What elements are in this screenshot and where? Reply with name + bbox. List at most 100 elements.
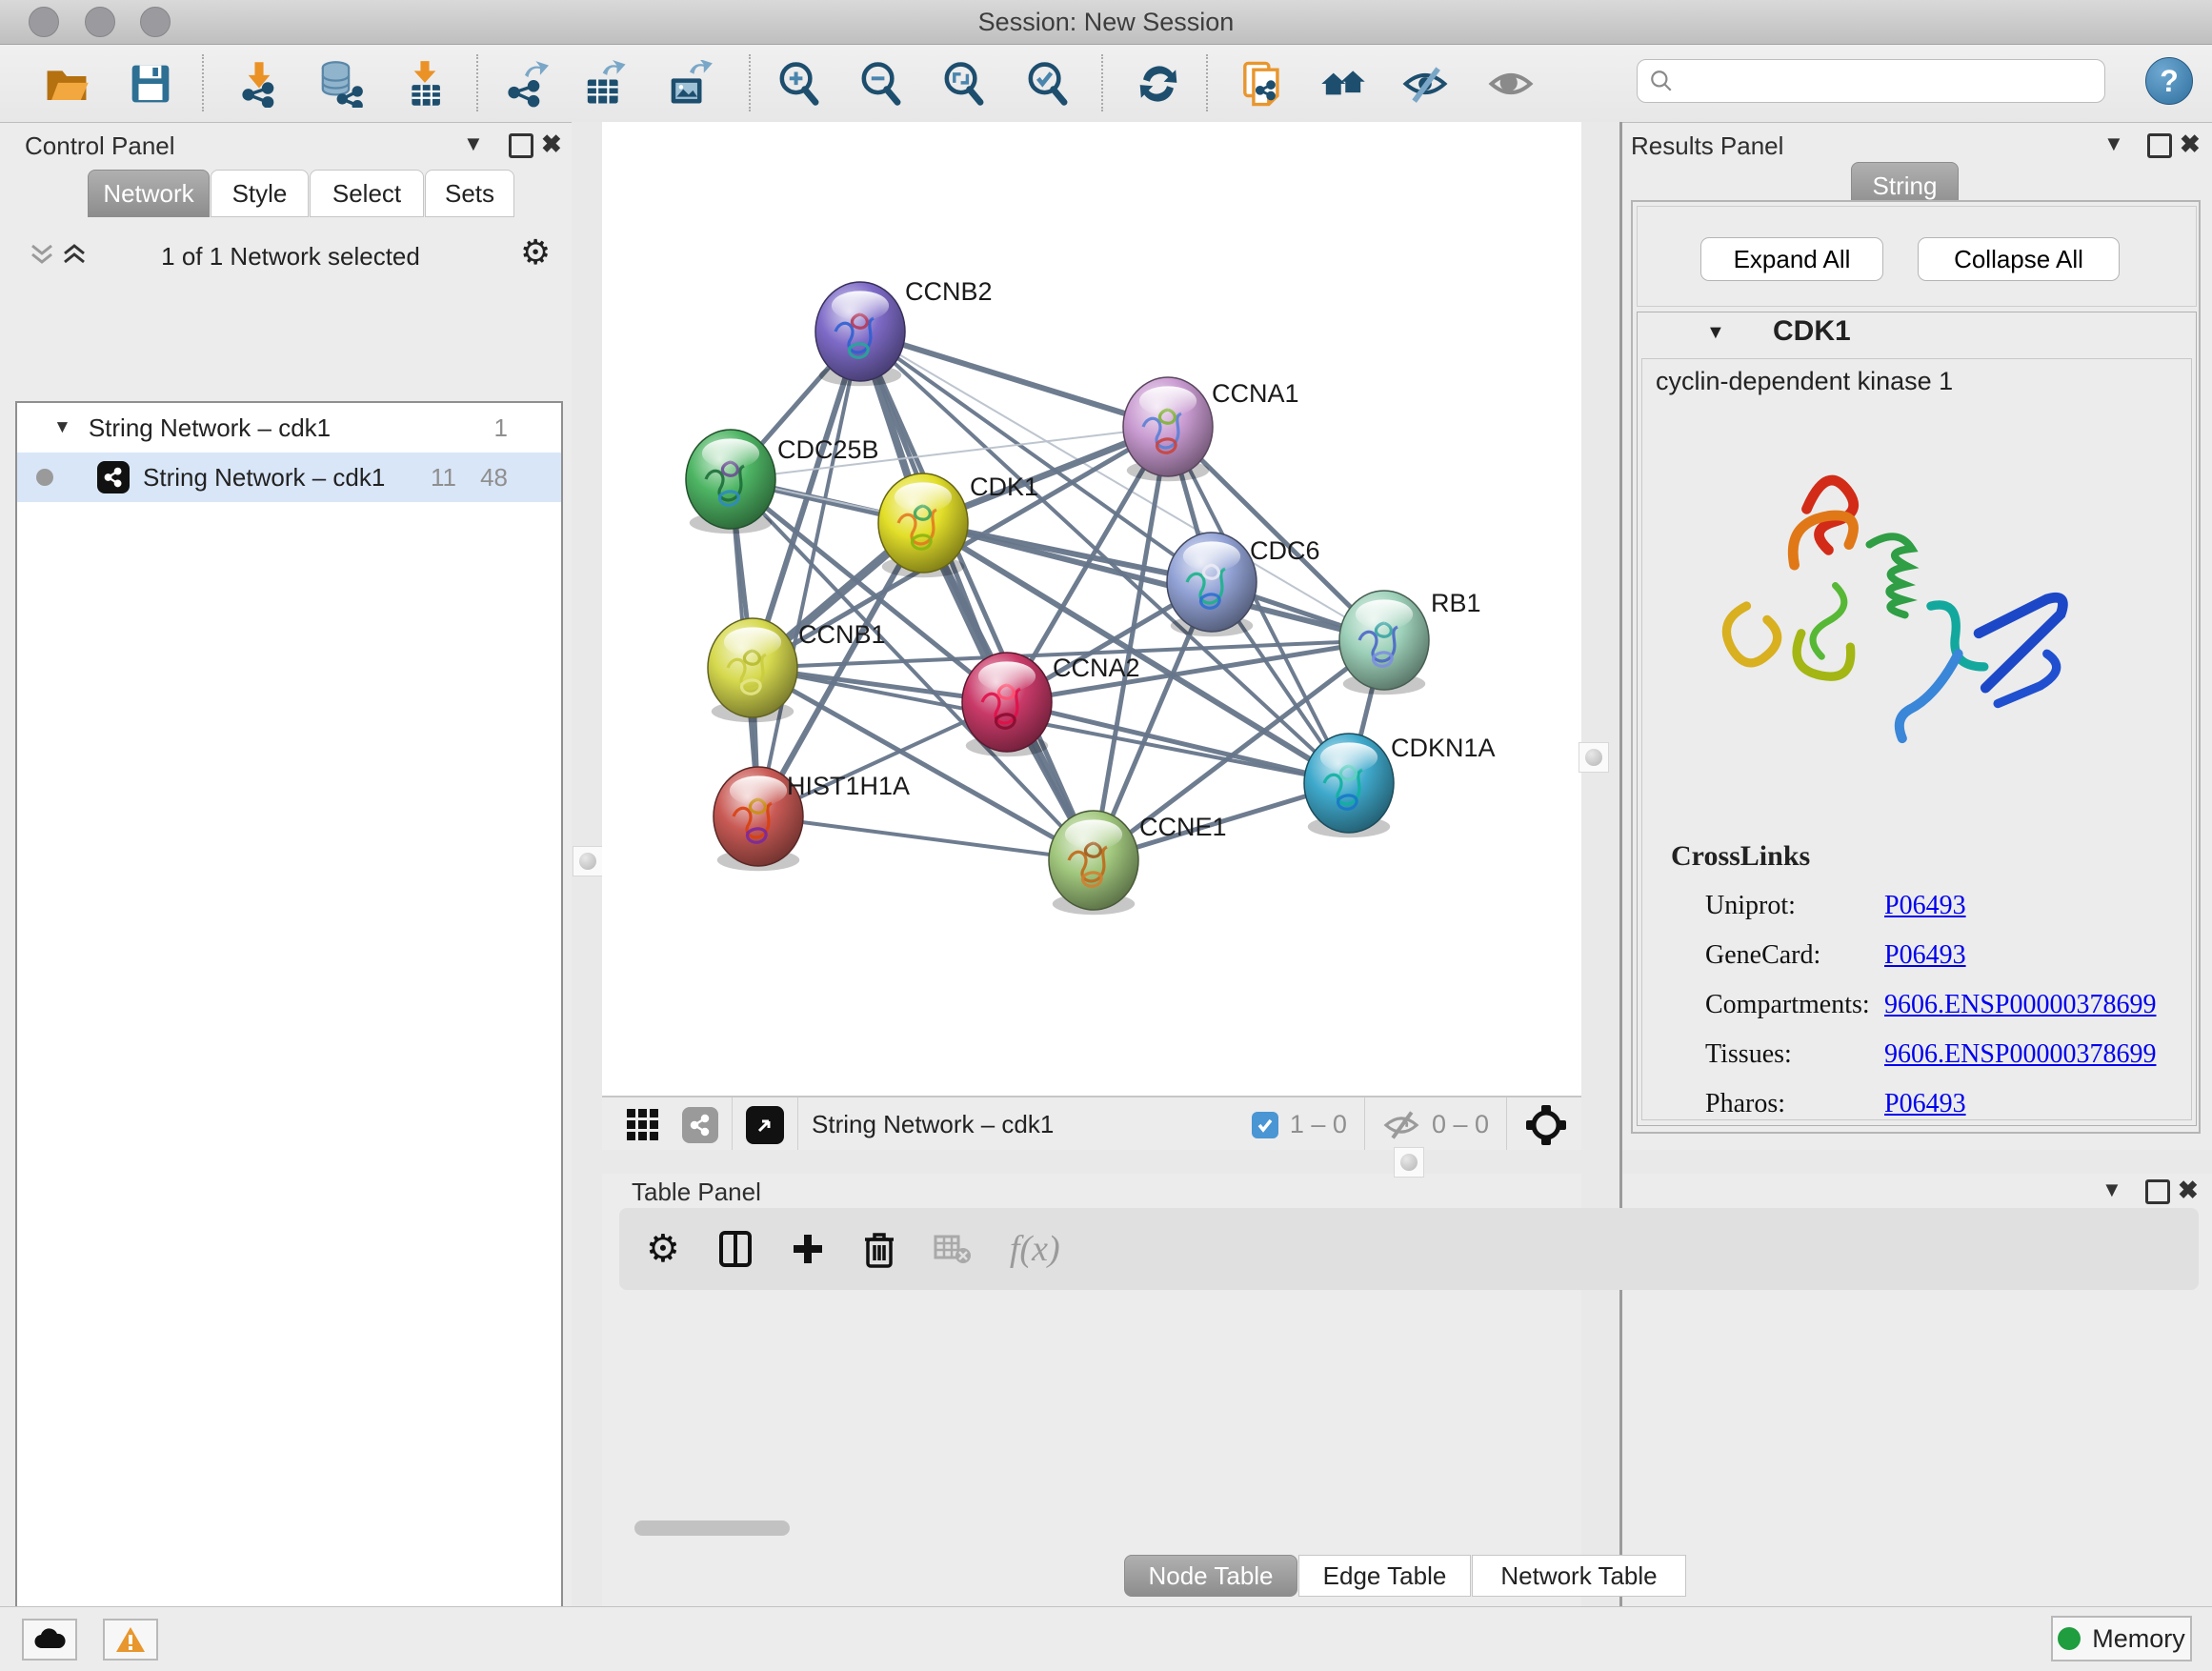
fit-selected-crosshair-icon[interactable] <box>1524 1103 1568 1147</box>
refresh-icon[interactable] <box>1135 60 1182 108</box>
export-table-icon[interactable] <box>581 60 629 108</box>
cloud-status-icon[interactable] <box>22 1619 77 1661</box>
tab-edge-table[interactable]: Edge Table <box>1298 1555 1471 1597</box>
memory-status-button[interactable]: Memory <box>2051 1616 2192 1661</box>
control-panel-close-icon[interactable]: ✖ <box>541 130 562 159</box>
zoom-out-icon[interactable] <box>857 60 905 108</box>
network-view-type-icon[interactable] <box>682 1107 718 1143</box>
svg-text:HIST1H1A: HIST1H1A <box>787 772 910 800</box>
help-icon[interactable]: ? <box>2145 57 2193 105</box>
network-options-gear-icon[interactable]: ⚙ <box>520 232 551 272</box>
add-column-icon[interactable] <box>791 1232 825 1266</box>
search-input[interactable] <box>1674 67 2078 95</box>
results-content-box: Expand All Collapse All ▼ CDK1 cyclin-de… <box>1631 200 2201 1134</box>
table-toolbar: ⚙ f(x) <box>619 1208 2199 1290</box>
save-session-icon[interactable] <box>127 60 174 108</box>
search-field[interactable] <box>1637 59 2105 103</box>
hidden-node-edge-counts: 0 – 0 <box>1432 1110 1489 1139</box>
results-panel-float-icon[interactable]: ▼ <box>2103 131 2124 156</box>
gene-description: cyclin-dependent kinase 1 <box>1656 367 1953 396</box>
left-splitter[interactable] <box>572 122 602 1606</box>
tab-style[interactable]: Style <box>211 170 309 217</box>
hide-selected-eye-slash-icon[interactable] <box>1401 60 1449 108</box>
import-network-file-icon[interactable] <box>235 60 283 108</box>
duplicate-network-icon[interactable] <box>1238 60 1286 108</box>
show-columns-icon[interactable] <box>718 1230 753 1268</box>
crosslink-label: Tissues: <box>1705 1039 1792 1070</box>
netbar-separator <box>732 1097 733 1152</box>
tab-network[interactable]: Network <box>88 170 210 217</box>
protein-structure-image <box>1663 409 2073 828</box>
table-settings-gear-icon[interactable]: ⚙ <box>646 1227 680 1271</box>
tab-node-table[interactable]: Node Table <box>1124 1555 1297 1597</box>
crosslink-link[interactable]: P06493 <box>1884 1089 1966 1119</box>
table-panel-float-icon[interactable]: ▼ <box>2101 1178 2122 1202</box>
svg-text:CCNB2: CCNB2 <box>905 277 993 306</box>
crosslink-link[interactable]: 9606.ENSP00000378699 <box>1884 1039 2156 1070</box>
control-panel-maximize-icon[interactable] <box>509 133 533 158</box>
home-networks-icon[interactable] <box>1319 60 1367 108</box>
crosslink-link[interactable]: P06493 <box>1884 891 1966 921</box>
table-panel-close-icon[interactable]: ✖ <box>2178 1176 2199 1205</box>
table-panel-maximize-icon[interactable] <box>2145 1179 2170 1204</box>
control-panel-float-icon[interactable]: ▼ <box>463 131 484 156</box>
network-node-hist1h1a[interactable]: HIST1H1A <box>714 767 910 871</box>
toolbar-separator <box>1101 54 1103 111</box>
import-network-database-icon[interactable] <box>316 60 364 108</box>
tree-collapse-icon[interactable]: ▼ <box>53 417 71 438</box>
warning-status-icon[interactable] <box>103 1619 158 1661</box>
collapse-all-networks-icon[interactable] <box>29 240 55 269</box>
network-type-icon <box>97 461 130 493</box>
netbar-separator <box>1506 1097 1507 1152</box>
memory-status-dot <box>2058 1627 2081 1650</box>
export-network-icon[interactable] <box>501 60 549 108</box>
open-session-icon[interactable] <box>43 60 90 108</box>
left-splitter-handle[interactable] <box>573 846 603 876</box>
app-window: Session: New Session <box>0 0 2212 1671</box>
network-node-ccna1[interactable]: CCNA1 <box>1123 377 1299 481</box>
network-tree-item-row[interactable]: String Network – cdk1 11 48 <box>17 453 561 502</box>
network-node-cdk1[interactable]: CDK1 <box>878 473 1038 577</box>
function-builder-icon-disabled: f(x) <box>1010 1228 1060 1270</box>
tab-network-table[interactable]: Network Table <box>1472 1555 1686 1597</box>
expand-all-button[interactable]: Expand All <box>1700 237 1883 281</box>
tab-select[interactable]: Select <box>310 170 424 217</box>
right-splitter-handle[interactable] <box>1579 742 1609 773</box>
results-panel-close-icon[interactable]: ✖ <box>2180 130 2201 159</box>
section-collapse-icon[interactable]: ▼ <box>1706 322 1725 344</box>
network-collection-label: String Network – cdk1 <box>89 413 331 443</box>
table-horizontal-scrollbar[interactable] <box>634 1520 790 1536</box>
collapse-all-button[interactable]: Collapse All <box>1918 237 2120 281</box>
hidden-eye-slash-icon <box>1382 1109 1420 1141</box>
crosslink-row: Tissues: 9606.ENSP00000378699 <box>1642 1030 2191 1079</box>
crosslink-label: GeneCard: <box>1705 940 1820 971</box>
network-graph[interactable]: CCNB2CCNA1CDC25BCDK1CDC6RB1CCNB1CCNA2CDK… <box>602 122 1581 1096</box>
crosslink-row: Compartments:9606.ENSP00000378699 <box>1642 980 2191 1030</box>
selected-checkbox-icon[interactable] <box>1252 1112 1278 1138</box>
collection-count: 1 <box>494 413 508 443</box>
zoom-in-icon[interactable] <box>775 60 823 108</box>
gene-detail-box: cyclin-dependent kinase 1 <box>1641 358 2192 1120</box>
network-tree-root-row[interactable]: ▼ String Network – cdk1 1 <box>17 403 561 453</box>
network-node-rb1[interactable]: RB1 <box>1339 589 1481 695</box>
network-view-canvas[interactable]: CCNB2CCNA1CDC25BCDK1CDC6RB1CCNB1CCNA2CDK… <box>602 122 1581 1096</box>
import-table-file-icon[interactable] <box>401 60 449 108</box>
birds-eye-view-icon[interactable] <box>746 1106 784 1144</box>
network-node-cdkn1a[interactable]: CDKN1A <box>1304 734 1496 837</box>
delete-table-icon-disabled <box>934 1233 972 1265</box>
zoom-fit-icon[interactable] <box>940 60 988 108</box>
results-panel-maximize-icon[interactable] <box>2147 133 2172 158</box>
control-panel: Control Panel ▼ ✖ Network Style Select S… <box>0 122 572 1606</box>
toolbar-separator <box>202 54 204 111</box>
grid-view-icon[interactable] <box>625 1107 661 1143</box>
crosslink-link[interactable]: 9606.ENSP00000378699 <box>1884 990 2156 1020</box>
export-image-icon[interactable] <box>666 60 714 108</box>
zoom-selected-icon[interactable] <box>1024 60 1072 108</box>
search-icon <box>1649 69 1674 93</box>
show-all-eye-icon[interactable] <box>1487 60 1535 108</box>
crosslink-link[interactable]: P06493 <box>1884 940 1966 971</box>
expand-all-networks-icon[interactable] <box>61 240 88 269</box>
delete-column-trash-icon[interactable] <box>863 1230 895 1268</box>
svg-text:CDKN1A: CDKN1A <box>1391 734 1496 762</box>
tab-sets[interactable]: Sets <box>425 170 514 217</box>
